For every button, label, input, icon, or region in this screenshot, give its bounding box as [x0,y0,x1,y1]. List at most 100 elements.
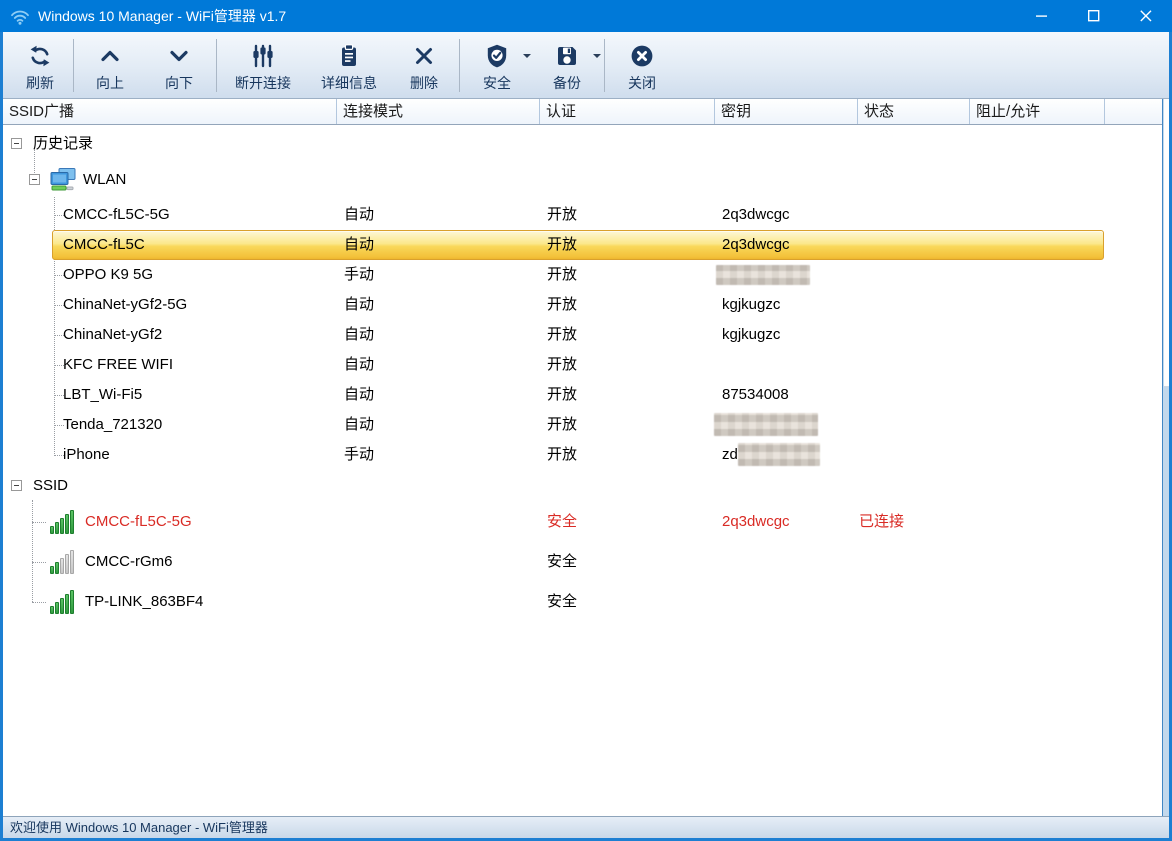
auth-cell: 开放 [547,416,578,433]
toolbar-label: 断开连接 [235,74,291,91]
toolbar-separator [216,39,217,92]
app-window: Windows 10 Manager - WiFi管理器 v1.7 刷新 向上 … [0,0,1172,841]
ssid-cell: TP-LINK_863BF4 [85,593,204,610]
backup-button[interactable]: 备份 [532,32,602,98]
minimize-button[interactable] [1016,0,1068,32]
key-cell: 2q3dwcgc [722,206,790,223]
collapse-icon[interactable] [11,480,22,491]
chevron-up-icon [97,42,123,70]
status-bar: 欢迎使用 Windows 10 Manager - WiFi管理器 [3,816,1169,838]
title-bar: Windows 10 Manager - WiFi管理器 v1.7 [0,0,1172,32]
details-button[interactable]: 详细信息 [307,32,391,98]
ssid-cell: CMCC-rGm6 [85,553,173,570]
column-header-mode[interactable]: 连接模式 [337,99,540,124]
table-row[interactable]: ChinaNet-yGf2 自动 开放 kgjkugzc [3,320,1162,350]
refresh-icon [27,42,53,70]
close-button[interactable]: 关闭 [607,32,677,98]
table-row[interactable]: ChinaNet-yGf2-5G 自动 开放 kgjkugzc [3,290,1162,320]
table-row[interactable]: OPPO K9 5G 手动 开放 [3,260,1162,290]
ssid-cell: CMCC-fL5C [63,236,145,253]
window-border [0,32,3,838]
column-header-status[interactable]: 状态 [858,99,970,124]
auth-cell: 安全 [547,553,578,570]
mode-cell: 自动 [344,416,375,433]
toolbar-label: 刷新 [26,74,54,91]
vertical-scrollbar[interactable] [1162,99,1170,816]
key-cell: 2q3dwcgc [722,236,790,253]
ssid-cell: Tenda_721320 [63,416,163,433]
censored-key [716,265,810,285]
censored-key [738,443,820,466]
mode-cell: 自动 [344,296,375,313]
table-row[interactable]: Tenda_721320 自动 开放 [3,410,1162,440]
table-row[interactable]: CMCC-rGm6 安全 [3,542,1162,582]
signal-strength-icon [49,549,77,575]
move-down-button[interactable]: 向下 [144,32,214,98]
key-cell: zd [722,446,738,463]
refresh-button[interactable]: 刷新 [9,32,71,98]
clipboard-icon [336,42,362,70]
auth-cell: 安全 [547,593,578,610]
toolbar-label: 备份 [553,74,581,91]
table-row[interactable]: LBT_Wi-Fi5 自动 开放 87534008 [3,380,1162,410]
toolbar-label: 向下 [165,74,193,91]
column-header-key[interactable]: 密钥 [715,99,858,124]
auth-cell: 开放 [547,236,578,253]
toolbar: 刷新 向上 向下 断开连接 详细信息 删除 安全 备份 关闭 [3,32,1169,99]
tree-node-label: SSID [33,477,69,494]
auth-cell: 开放 [547,326,578,343]
mode-cell: 自动 [344,236,375,253]
toolbar-separator [73,39,74,92]
key-cell: 87534008 [722,386,789,403]
ssid-cell: ChinaNet-yGf2 [63,326,163,343]
column-header-auth[interactable]: 认证 [540,99,715,124]
close-circle-icon [629,42,655,70]
security-button[interactable]: 安全 [462,32,532,98]
tree-node-history[interactable]: 历史记录 [3,130,1162,158]
table-row[interactable]: CMCC-fL5C-5G 安全 2q3dwcgc 已连接 [3,502,1162,542]
window-title: Windows 10 Manager - WiFi管理器 v1.7 [38,8,287,24]
auth-cell: 开放 [547,446,578,463]
auth-cell: 开放 [547,206,578,223]
mode-cell: 自动 [344,326,375,343]
table-row[interactable]: TP-LINK_863BF4 安全 [3,582,1162,622]
censored-key [714,413,818,436]
toolbar-label: 关闭 [628,74,656,91]
signal-strength-icon [49,589,77,615]
close-window-button[interactable] [1120,0,1172,32]
table-row[interactable]: iPhone 手动 开放 zd [3,440,1162,470]
collapse-icon[interactable] [29,174,40,185]
tree-node-wlan[interactable]: WLAN [3,163,1162,197]
dropdown-arrow-icon[interactable] [523,54,531,58]
column-header-block[interactable]: 阻止/允许 [970,99,1105,124]
auth-cell: 开放 [547,386,578,403]
tree-node-label: 历史记录 [33,135,94,152]
disconnect-button[interactable]: 断开连接 [219,32,307,98]
ssid-cell: iPhone [63,446,110,463]
mode-cell: 自动 [344,386,375,403]
move-up-button[interactable]: 向上 [76,32,144,98]
tree-node-ssid[interactable]: SSID [3,472,1162,500]
toolbar-separator [604,39,605,92]
network-adapter-icon [49,168,77,192]
network-list: 历史记录 WLAN CMCC-fL5C-5G 自动 开放 2q3dwcgc CM… [3,125,1162,816]
mode-cell: 手动 [344,266,375,283]
ssid-cell: CMCC-fL5C-5G [85,513,192,530]
auth-cell: 开放 [547,296,578,313]
sliders-icon [250,42,276,70]
column-header-ssid[interactable]: SSID广播 [3,99,337,124]
auth-cell: 安全 [547,513,578,530]
dropdown-arrow-icon[interactable] [593,54,601,58]
wifi-icon [10,8,30,25]
auth-cell: 开放 [547,266,578,283]
table-row[interactable]: KFC FREE WIFI 自动 开放 [3,350,1162,380]
delete-button[interactable]: 删除 [391,32,457,98]
table-row-selected[interactable]: CMCC-fL5C 自动 开放 2q3dwcgc [3,230,1162,260]
table-row[interactable]: CMCC-fL5C-5G 自动 开放 2q3dwcgc [3,200,1162,230]
signal-strength-icon [49,509,77,535]
toolbar-label: 删除 [410,74,438,91]
maximize-button[interactable] [1068,0,1120,32]
collapse-icon[interactable] [11,138,22,149]
mode-cell: 手动 [344,446,375,463]
ssid-cell: CMCC-fL5C-5G [63,206,170,223]
